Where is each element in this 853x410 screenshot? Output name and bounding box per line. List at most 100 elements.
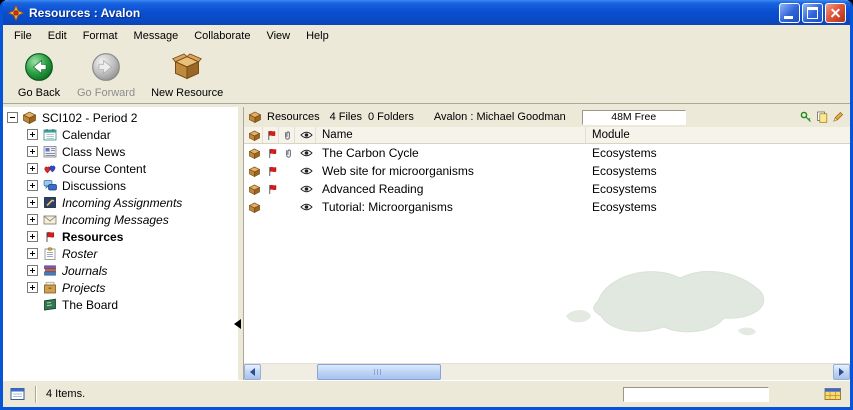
copy-icon[interactable]: [816, 111, 828, 123]
column-type[interactable]: [244, 127, 263, 143]
tree-root-course[interactable]: SCI102 - Period 2: [3, 109, 238, 126]
application-window: Resources : Avalon File Edit Format Mess…: [0, 0, 853, 410]
tree-item-incoming-assignments[interactable]: Incoming Assignments: [3, 194, 238, 211]
tree-item-roster[interactable]: Roster: [3, 245, 238, 262]
tree-item-calendar[interactable]: Calendar: [3, 126, 238, 143]
expand-expander[interactable]: [27, 248, 38, 259]
go-forward-button[interactable]: Go Forward: [71, 50, 141, 101]
menu-item-collaborate[interactable]: Collaborate: [186, 27, 258, 45]
tree-item-class-news[interactable]: Class News: [3, 143, 238, 160]
resource-module: Ecosystems: [586, 198, 850, 216]
maximize-button[interactable]: [802, 3, 823, 23]
course-box-icon: [22, 111, 37, 124]
column-header-row: Name Module: [244, 127, 850, 144]
resource-name: Advanced Reading: [316, 180, 586, 198]
close-button[interactable]: [825, 3, 846, 23]
resource-module: Ecosystems: [586, 180, 850, 198]
eye-icon: [295, 144, 316, 162]
tree-item-projects[interactable]: Projects: [3, 279, 238, 296]
expand-expander[interactable]: [27, 129, 38, 140]
forward-arrow-icon: [91, 52, 121, 85]
column-flag[interactable]: [263, 127, 279, 143]
eye-icon: [295, 180, 316, 198]
roster-icon: [42, 247, 57, 260]
messages-icon: [42, 213, 57, 226]
pencil-icon[interactable]: [832, 111, 844, 123]
menu-item-help[interactable]: Help: [298, 27, 337, 45]
tree-item-discussions[interactable]: Discussions: [3, 177, 238, 194]
expand-expander[interactable]: [27, 180, 38, 191]
tree-item-label: The Board: [62, 298, 118, 312]
column-attachment[interactable]: [279, 127, 295, 143]
menu-item-view[interactable]: View: [258, 27, 298, 45]
new-resource-box-icon: [172, 52, 202, 85]
horizontal-scrollbar[interactable]: [244, 363, 850, 380]
board-icon: [42, 298, 57, 311]
resource-box-icon: [244, 144, 263, 162]
calendar-icon: [42, 128, 57, 141]
tree-item-the-board[interactable]: The Board: [3, 296, 238, 313]
resource-name: The Carbon Cycle: [316, 144, 586, 162]
resources-panel-header: Resources 4 Files 0 Folders Avalon : Mic…: [244, 107, 850, 127]
resource-row[interactable]: Advanced Reading Ecosystems: [244, 180, 850, 198]
news-icon: [42, 145, 57, 158]
menu-item-file[interactable]: File: [6, 27, 40, 45]
server-user: Avalon : Michael Goodman: [434, 111, 566, 123]
resource-row[interactable]: Web site for microorganisms Ecosystems: [244, 162, 850, 180]
item-count-text: 4 Items.: [46, 388, 85, 400]
new-resource-button[interactable]: New Resource: [145, 50, 229, 101]
go-back-button[interactable]: Go Back: [11, 50, 67, 101]
eye-icon: [295, 162, 316, 180]
resource-row[interactable]: The Carbon Cycle Ecosystems: [244, 144, 850, 162]
tree-item-label: Incoming Messages: [62, 213, 169, 227]
scrollbar-thumb[interactable]: [317, 364, 441, 380]
expand-expander[interactable]: [27, 197, 38, 208]
expand-expander[interactable]: [27, 231, 38, 242]
key-icon[interactable]: [800, 111, 812, 123]
expand-expander[interactable]: [27, 265, 38, 276]
menu-item-edit[interactable]: Edit: [40, 27, 75, 45]
back-arrow-icon: [24, 52, 54, 85]
resource-box-icon: [249, 111, 261, 123]
scroll-left-button[interactable]: [244, 364, 261, 380]
column-name[interactable]: Name: [316, 127, 586, 143]
tree-item-incoming-messages[interactable]: Incoming Messages: [3, 211, 238, 228]
eye-icon: [295, 198, 316, 216]
resource-module: Ecosystems: [586, 144, 850, 162]
expand-expander[interactable]: [27, 163, 38, 174]
panel-splitter[interactable]: [238, 107, 243, 380]
tree-item-label: Roster: [62, 247, 97, 261]
status-progress-field: [623, 387, 769, 402]
minimize-button[interactable]: [779, 3, 800, 23]
tree-item-resources[interactable]: Resources: [3, 228, 238, 245]
go-back-label: Go Back: [18, 87, 60, 99]
collapse-expander[interactable]: [7, 112, 18, 123]
resource-row[interactable]: Tutorial: Microorganisms Ecosystems: [244, 198, 850, 216]
expand-expander[interactable]: [27, 282, 38, 293]
tree-item-course-content[interactable]: Course Content: [3, 160, 238, 177]
main-area: SCI102 - Period 2 Calendar: [3, 104, 850, 380]
panel-title: Resources: [267, 111, 320, 123]
course-tree: SCI102 - Period 2 Calendar: [3, 107, 238, 380]
status-view-icon[interactable]: [10, 387, 26, 401]
tree-item-label: Discussions: [62, 179, 126, 193]
column-module[interactable]: Module: [586, 127, 850, 143]
column-visibility[interactable]: [295, 127, 316, 143]
new-resource-label: New Resource: [151, 87, 223, 99]
scrollbar-track[interactable]: [261, 364, 833, 380]
resource-box-icon: [244, 198, 263, 216]
splitter-collapse-arrow[interactable]: [234, 319, 241, 329]
status-grid-icon[interactable]: [824, 387, 842, 401]
tree-item-journals[interactable]: Journals: [3, 262, 238, 279]
expand-expander[interactable]: [27, 214, 38, 225]
menu-item-format[interactable]: Format: [75, 27, 126, 45]
tree-root-label: SCI102 - Period 2: [42, 111, 137, 125]
left-arrow-icon: [250, 368, 255, 376]
journals-icon: [42, 264, 57, 277]
app-icon[interactable]: [8, 5, 24, 21]
menu-item-message[interactable]: Message: [126, 27, 187, 45]
resource-name: Tutorial: Microorganisms: [316, 198, 586, 216]
title-bar[interactable]: Resources : Avalon: [3, 0, 850, 25]
expand-expander[interactable]: [27, 146, 38, 157]
scroll-right-button[interactable]: [833, 364, 850, 380]
